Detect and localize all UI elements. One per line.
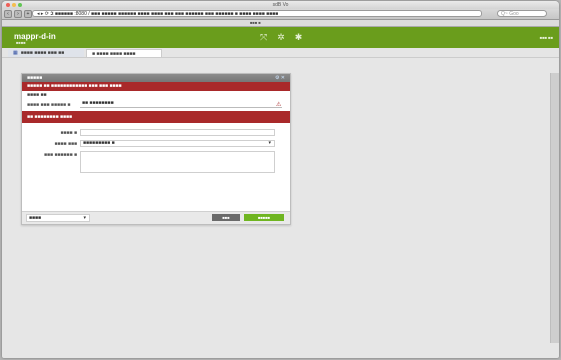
field-label: ■■■ ■■■■■■ ■ [44,152,77,158]
expand-icon[interactable]: ⤧ [260,32,267,42]
tab-label: ■■■■ ■■■■ ■■■ ■■ [20,50,65,56]
header-user-link[interactable]: ■■■ ■■ [540,35,553,40]
address-bar[interactable]: ◂ ▸ ⟳ 𝕴 ■■■■■■ :8080 / ■■■ ■■■■■ ■■■■■■ … [32,10,482,17]
name-input[interactable] [80,129,275,136]
form-row: ■■■■ ■■■ ■■■■■■■■■ ■ ▾ [22,140,290,149]
form-row: ■■■■ ■ [22,129,290,138]
app-header: mappr-d-in ■■■■ ⤧ ✲ ✱ ■■■ ■■ [2,27,559,48]
right-scroll-panel[interactable] [550,73,559,343]
field-label: ■■■■ ■■■ [54,141,77,147]
warning-icon: ⚠ [276,102,282,108]
caret-icon: ▼ [154,112,159,118]
header-icons: ⤧ ✲ ✱ [260,32,302,42]
bookmarks-bar: ■■■ ■ [2,20,559,27]
edit-form-panel: ■■■■■ ⚙ ✕ ■■■■■ ■■ ■■■■■■■■■■■■ ■■■ ■■■ … [21,73,291,225]
browser-window: sdB Vo ‹ › + ◂ ▸ ⟳ 𝕴 ■■■■■■ :8080 / ■■■ … [2,1,559,358]
search-input[interactable]: Q~ Goo [497,10,547,17]
cancel-button[interactable]: ■■■ [212,214,240,221]
browser-titlebar: sdB Vo [2,1,559,9]
tab-overview[interactable]: ▦ ■■■■ ■■■■ ■■■ ■■ [8,49,84,57]
panel-controls[interactable]: ⚙ ✕ [275,74,285,82]
select-value: ■■■■ [29,215,42,221]
bookmark-item[interactable]: ■■■ ■ [250,20,261,25]
alert-bar: ■■■■■ ■■ ■■■■■■■■■■■■ ■■■ ■■■ ■■■■ [22,82,290,91]
section-title: ■■ ■■■■■■■■ ■■■■ [27,114,73,120]
code-field[interactable]: ■■ ■■■■■■■■ [80,101,282,108]
app-logo-subtitle: ■■■■ [16,40,26,45]
chevron-down-icon: ▾ [83,215,86,221]
section-header: ■■ ■■■■■■■■ ■■■■ ▼ [22,111,290,123]
form-row: ■■■ ■■■■■■ ■ [22,151,290,175]
back-button[interactable]: ‹ [4,10,12,18]
tab-label: ■ ■■■■ ■■■■ ■■■■ [92,51,136,57]
tab-edit[interactable]: ■ ■■■■ ■■■■ ■■■■ [86,49,162,57]
app-tabs: ▦ ■■■■ ■■■■ ■■■ ■■ ■ ■■■■ ■■■■ ■■■■ [2,48,559,58]
window-title: sdB Vo [272,2,289,8]
panel-title: ■■■■■ [27,75,43,81]
select-value: ■■■■■■■■■ ■ [83,140,115,146]
browser-toolbar: ‹ › + ◂ ▸ ⟳ 𝕴 ■■■■■■ :8080 / ■■■ ■■■■■ ■… [2,9,559,20]
type-select[interactable]: ■■■■■■■■■ ■ ▾ [80,140,275,147]
alert-subtext: ■■■■ ■■ [27,92,47,98]
network-icon[interactable]: ✲ [277,32,285,42]
grid-icon: ▦ [13,50,18,56]
star-icon[interactable]: ✱ [295,32,303,42]
panel-header: ■■■■■ ⚙ ✕ [22,74,290,82]
add-bookmark-button[interactable]: + [24,10,32,18]
footer-select[interactable]: ■■■■ ▾ [26,214,90,222]
field-label: ■■■■ ■ [60,130,78,136]
forward-button[interactable]: › [14,10,22,18]
description-textarea[interactable] [80,151,275,173]
panel-footer: ■■■■ ▾ ■■■ ■■■■■ [22,211,290,224]
save-button[interactable]: ■■■■■ [244,214,284,221]
code-label: ■■■■ ■■■ ■■■■■ ■ [27,102,71,108]
chevron-down-icon: ▾ [268,140,271,146]
